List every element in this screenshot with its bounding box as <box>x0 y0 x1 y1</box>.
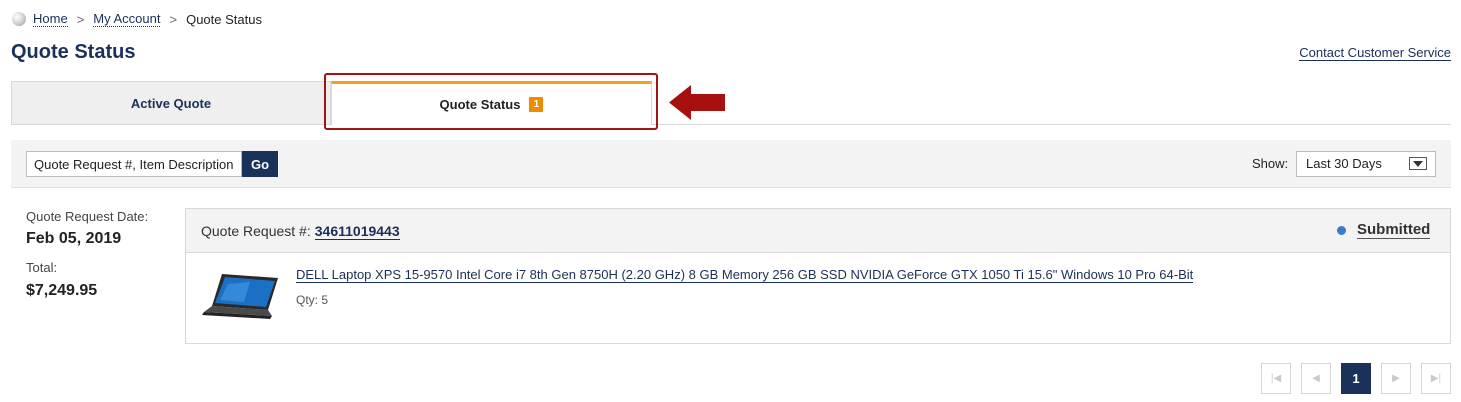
last-page-button[interactable]: ▶| <box>1421 363 1451 394</box>
tab-bar: Active Quote Quote Status 1 <box>11 81 1451 125</box>
previous-page-button[interactable]: ◀ <box>1301 363 1331 394</box>
quote-date-value: Feb 05, 2019 <box>26 230 122 247</box>
last-page-icon: ▶| <box>1430 373 1442 384</box>
next-page-icon: ▶ <box>1392 373 1400 384</box>
tab-active-quote[interactable]: Active Quote <box>11 81 331 124</box>
breadcrumb-my-account-link[interactable]: My Account <box>93 11 161 27</box>
show-label: Show: <box>1252 156 1289 171</box>
quote-request-number: Quote Request #: 34611019443 <box>201 223 400 240</box>
next-page-button[interactable]: ▶ <box>1381 363 1411 394</box>
breadcrumb: Home > My Account > Quote Status <box>12 10 262 28</box>
laptop-product-image[interactable] <box>200 272 282 320</box>
quote-date-label: Quote Request Date: <box>26 209 149 224</box>
quote-total-value: $7,249.95 <box>26 282 98 299</box>
quote-meta: Quote Request Date: Feb 05, 2019 Total: … <box>26 209 148 300</box>
status-badge[interactable]: Submitted <box>1357 221 1431 239</box>
status-dot-icon <box>1337 226 1346 235</box>
tab-quote-status[interactable]: Quote Status 1 <box>331 81 652 125</box>
breadcrumb-separator: > <box>76 11 85 27</box>
date-range-value: Last 30 Days <box>1306 156 1382 171</box>
chevron-down-icon <box>1409 157 1427 170</box>
search-input[interactable] <box>26 151 242 177</box>
first-page-icon: |◀ <box>1270 373 1282 384</box>
page-title: Quote Status <box>11 41 136 63</box>
search-bar: Go Show: Last 30 Days <box>11 140 1451 188</box>
date-range-select[interactable]: Last 30 Days <box>1296 151 1436 177</box>
quote-count-badge: 1 <box>529 97 544 112</box>
breadcrumb-current: Quote Status <box>186 11 262 27</box>
current-page-number: 1 <box>1352 371 1360 386</box>
first-page-button[interactable]: |◀ <box>1261 363 1291 394</box>
contact-customer-service-link[interactable]: Contact Customer Service <box>1299 45 1451 61</box>
breadcrumb-separator: > <box>169 11 178 27</box>
tab-quote-status-label: Quote Status <box>439 97 521 112</box>
quote-request-label: Quote Request #: <box>201 223 311 239</box>
item-description-link[interactable]: DELL Laptop XPS 15-9570 Intel Core i7 8t… <box>296 268 1194 283</box>
previous-page-icon: ◀ <box>1312 373 1320 384</box>
item-quantity: Qty: 5 <box>296 293 329 307</box>
go-button[interactable]: Go <box>242 151 278 177</box>
quote-card-header: Quote Request #: 34611019443 Submitted <box>186 209 1450 253</box>
quote-total-label: Total: <box>26 260 58 275</box>
page-1-button[interactable]: 1 <box>1341 363 1371 394</box>
quote-request-number-link[interactable]: 34611019443 <box>314 223 400 240</box>
breadcrumb-home-link[interactable]: Home <box>33 11 68 27</box>
home-icon <box>12 12 26 26</box>
quote-card: Quote Request #: 34611019443 Submitted DE… <box>185 208 1451 344</box>
tab-active-quote-label: Active Quote <box>130 95 212 111</box>
arrow-left-icon <box>669 85 725 120</box>
